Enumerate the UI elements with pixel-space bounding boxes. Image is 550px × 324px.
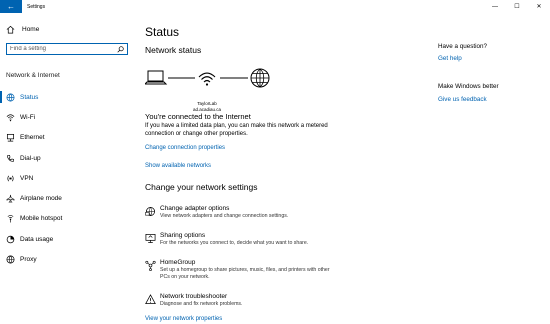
setting-desc: Diagnose and fix network problems. (160, 301, 243, 307)
setting-title: HomeGroup (160, 259, 196, 266)
window-controls: — ☐ ✕ (484, 0, 550, 13)
page-title: Status (145, 25, 180, 39)
sidebar-item-label: Mobile hotspot (20, 215, 63, 223)
sidebar-item-proxy[interactable]: Proxy (0, 249, 135, 269)
sidebar-item-dialup[interactable]: Dial-up (0, 148, 135, 168)
minimize-button[interactable]: — (484, 0, 506, 13)
sidebar-item-vpn[interactable]: VPN (0, 168, 135, 188)
search-input[interactable] (10, 46, 110, 52)
maximize-button[interactable]: ☐ (506, 0, 528, 13)
sidebar-item-mobile-hotspot[interactable]: Mobile hotspot (0, 209, 135, 229)
sidebar-item-ethernet[interactable]: Ethernet (0, 128, 135, 148)
show-available-networks-link[interactable]: Show available networks (145, 163, 211, 169)
home-icon (6, 25, 15, 34)
homegroup-icon (145, 260, 156, 271)
search-icon[interactable] (117, 45, 124, 53)
minimize-icon: — (492, 3, 498, 10)
data-usage-icon (6, 235, 15, 244)
hotspot-icon (6, 214, 15, 223)
close-icon: ✕ (536, 4, 542, 10)
vpn-icon (6, 174, 15, 183)
get-help-link[interactable]: Get help (438, 55, 462, 62)
change-settings-heading: Change your network settings (145, 182, 258, 192)
sidebar-item-label: Proxy (20, 256, 37, 264)
app-title: Settings (27, 3, 46, 10)
sidebar-item-label: Ethernet (20, 134, 45, 142)
change-connection-properties-link[interactable]: Change connection properties (145, 145, 225, 151)
sidebar-item-airplane-mode[interactable]: Airplane mode (0, 188, 135, 208)
setting-title: Sharing options (160, 232, 206, 239)
airplane-icon (6, 194, 15, 203)
close-button[interactable]: ✕ (528, 0, 550, 13)
back-button[interactable]: ← (0, 0, 22, 13)
make-windows-better-heading: Make Windows better (438, 83, 499, 90)
sidebar-item-status[interactable]: Status (0, 87, 135, 107)
ethernet-icon (6, 133, 15, 142)
sidebar-item-label: Airplane mode (20, 195, 62, 203)
network-diagram: TaylorLab ad.acadiau.ca (143, 68, 285, 118)
wifi-signal-icon (198, 72, 216, 86)
view-network-properties-link[interactable]: View your network properties (145, 316, 222, 322)
setting-desc: For the networks you connect to, decide … (160, 240, 309, 246)
network-troubleshooter[interactable]: Network troubleshooter Diagnose and fix … (145, 293, 340, 308)
warning-icon (145, 294, 156, 304)
setting-title: Change adapter options (160, 205, 230, 212)
question-heading: Have a question? (438, 43, 488, 50)
sidebar-item-label: VPN (20, 174, 34, 182)
internet-globe-icon (250, 68, 270, 88)
search-box[interactable] (6, 43, 128, 55)
sidebar-item-label: Data usage (20, 235, 54, 243)
home-link[interactable]: Home (6, 25, 39, 34)
status-globe-icon (6, 93, 15, 102)
change-adapter-options[interactable]: Change adapter options View network adap… (145, 205, 340, 220)
home-label: Home (22, 26, 40, 33)
back-arrow-icon: ← (7, 2, 15, 11)
sidebar-nav: Status Wi-Fi Ethernet Dial-up VPN Airpla… (0, 87, 135, 270)
connection-status-text: You're connected to the Internet (145, 112, 251, 121)
homegroup-option[interactable]: HomeGroup Set up a homegroup to share pi… (145, 259, 340, 281)
maximize-icon: ☐ (514, 4, 520, 10)
sidebar: Home Network & Internet Status Wi-Fi (0, 13, 135, 324)
sharing-icon (145, 234, 156, 243)
sidebar-item-label: Wi-Fi (20, 113, 36, 121)
phone-icon (6, 154, 15, 163)
sidebar-item-wifi[interactable]: Wi-Fi (0, 107, 135, 127)
setting-title: Network troubleshooter (160, 293, 228, 300)
laptop-icon (143, 70, 168, 85)
globe-icon (6, 255, 15, 264)
connection-status-desc: If you have a limited data plan, you can… (145, 123, 328, 137)
setting-desc: Set up a homegroup to share pictures, mu… (160, 267, 330, 280)
section-label: Network & Internet (6, 72, 60, 79)
give-feedback-link[interactable]: Give us feedback (438, 96, 487, 103)
title-bar: ← Settings — ☐ ✕ (0, 0, 550, 13)
network-status-heading: Network status (145, 45, 202, 55)
wifi-icon (6, 113, 15, 122)
sharing-options[interactable]: Sharing options For the networks you con… (145, 232, 340, 247)
sidebar-item-label: Status (20, 93, 39, 101)
adapter-icon (145, 207, 155, 216)
settings-window: ← Settings — ☐ ✕ Home Network & Internet (0, 0, 550, 324)
sidebar-item-data-usage[interactable]: Data usage (0, 229, 135, 249)
network-diagram-graphic (143, 68, 270, 88)
setting-desc: View network adapters and change connect… (160, 213, 289, 219)
sidebar-item-label: Dial-up (20, 154, 41, 162)
